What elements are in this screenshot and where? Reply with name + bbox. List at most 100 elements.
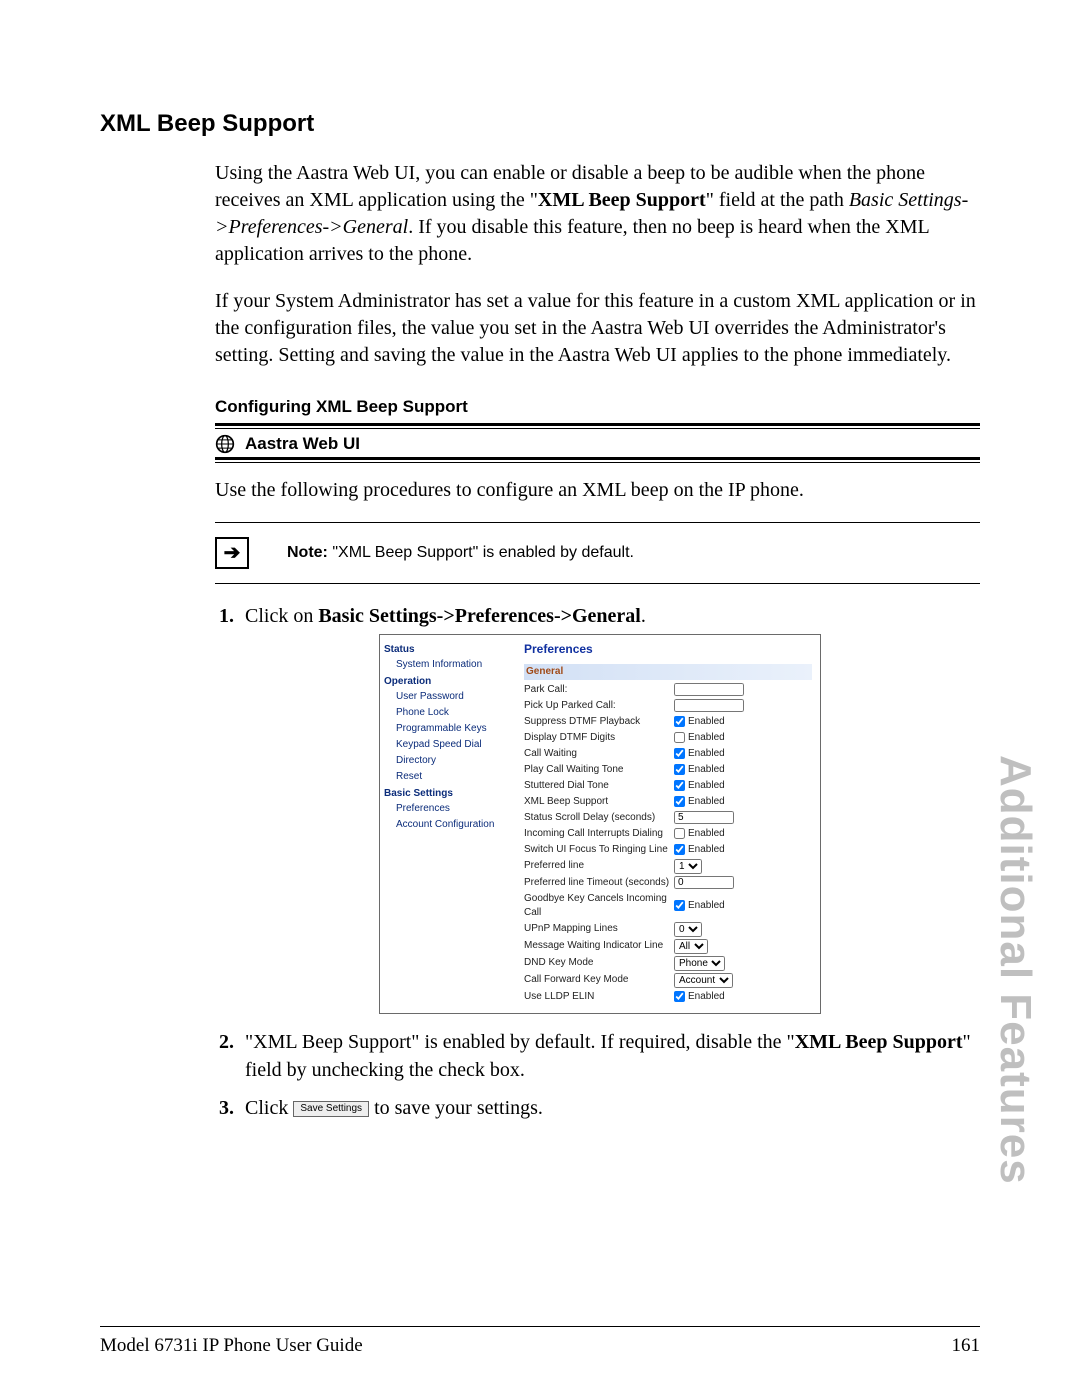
- footer-page-number: 161: [952, 1335, 981, 1357]
- pref-control: All: [674, 939, 812, 954]
- nav-item[interactable]: Programmable Keys: [396, 721, 512, 737]
- page: Additional Features XML Beep Support Usi…: [0, 0, 1080, 1397]
- pref-row: Pick Up Parked Call:: [524, 698, 812, 714]
- select[interactable]: All: [674, 939, 708, 954]
- nav-item[interactable]: Directory: [396, 753, 512, 769]
- select[interactable]: Phone: [674, 956, 725, 971]
- preferences-main: Preferences General Park Call:Pick Up Pa…: [516, 635, 820, 1013]
- pref-label: Preferred line Timeout (seconds): [524, 876, 674, 890]
- pref-label: Incoming Call Interrupts Dialing: [524, 827, 674, 841]
- pref-row: UPnP Mapping Lines0: [524, 921, 812, 938]
- pref-control: Enabled: [674, 715, 812, 729]
- text-bold: Basic Settings->Preferences->General: [318, 605, 641, 627]
- nav-item[interactable]: Reset: [396, 769, 512, 785]
- pref-row: Call Forward Key ModeAccount: [524, 972, 812, 989]
- pref-row: Call WaitingEnabled: [524, 746, 812, 762]
- pref-label: Call Forward Key Mode: [524, 973, 674, 987]
- section-rule-top: [215, 423, 980, 429]
- checkbox[interactable]: [674, 748, 685, 759]
- pref-row: Display DTMF DigitsEnabled: [524, 730, 812, 746]
- checkbox[interactable]: [674, 844, 685, 855]
- checkbox[interactable]: [674, 828, 685, 839]
- text-input[interactable]: [674, 811, 734, 824]
- checkbox-label: Enabled: [688, 715, 725, 729]
- pref-row: Status Scroll Delay (seconds): [524, 810, 812, 826]
- preferences-rows: Park Call:Pick Up Parked Call:Suppress D…: [524, 682, 812, 1005]
- panel-title: Preferences: [524, 641, 812, 658]
- checkbox-label: Enabled: [688, 899, 725, 913]
- pref-control: Enabled: [674, 779, 812, 793]
- pref-label: Display DTMF Digits: [524, 731, 674, 745]
- note-body: "XML Beep Support" is enabled by default…: [328, 544, 634, 561]
- pref-control: Enabled: [674, 731, 812, 745]
- save-settings-button[interactable]: Save Settings: [293, 1101, 369, 1117]
- checkbox[interactable]: [674, 900, 685, 911]
- checkbox[interactable]: [674, 732, 685, 743]
- pref-control: Account: [674, 973, 812, 988]
- select[interactable]: 1: [674, 859, 702, 874]
- note-text: Note: "XML Beep Support" is enabled by d…: [287, 544, 634, 562]
- pref-control: [674, 699, 812, 712]
- checkbox-label: Enabled: [688, 843, 725, 857]
- pref-row: Stuttered Dial ToneEnabled: [524, 778, 812, 794]
- page-footer: Model 6731i IP Phone User Guide 161: [100, 1335, 980, 1357]
- step-3: Click Save Settings to save your setting…: [239, 1094, 980, 1122]
- checkbox[interactable]: [674, 764, 685, 775]
- nav-item[interactable]: Account Configuration: [396, 817, 512, 833]
- pref-label: Message Waiting Indicator Line: [524, 939, 674, 953]
- preferences-nav: StatusSystem InformationOperationUser Pa…: [380, 635, 516, 1013]
- nav-item[interactable]: System Information: [396, 657, 512, 673]
- globe-icon: [215, 434, 235, 454]
- nav-item[interactable]: User Password: [396, 689, 512, 705]
- text-bold: XML Beep Support: [538, 189, 706, 211]
- pref-row: Message Waiting Indicator LineAll: [524, 938, 812, 955]
- footer-rule: [100, 1326, 980, 1327]
- pref-label: Status Scroll Delay (seconds): [524, 811, 674, 825]
- footer-left: Model 6731i IP Phone User Guide: [100, 1335, 363, 1357]
- pref-control: Enabled: [674, 763, 812, 777]
- pref-control: 0: [674, 922, 812, 937]
- pref-label: Park Call:: [524, 683, 674, 697]
- pref-label: Play Call Waiting Tone: [524, 763, 674, 777]
- pref-control: Enabled: [674, 990, 812, 1004]
- pref-row: Goodbye Key Cancels Incoming CallEnabled: [524, 891, 812, 921]
- text: to save your settings.: [369, 1097, 543, 1119]
- pref-control: Enabled: [674, 899, 812, 913]
- nav-item[interactable]: Keypad Speed Dial: [396, 737, 512, 753]
- text-input[interactable]: [674, 683, 744, 696]
- text: .: [641, 605, 646, 627]
- pref-control: Enabled: [674, 827, 812, 841]
- text-input[interactable]: [674, 699, 744, 712]
- paragraph-2: If your System Administrator has set a v…: [215, 288, 980, 369]
- pref-label: Stuttered Dial Tone: [524, 779, 674, 793]
- checkbox[interactable]: [674, 716, 685, 727]
- panel-section-header: General: [524, 664, 812, 680]
- text: Click on: [245, 605, 318, 627]
- nav-item[interactable]: Phone Lock: [396, 705, 512, 721]
- text: "XML Beep Support" is enabled by default…: [245, 1031, 795, 1053]
- pref-label: Suppress DTMF Playback: [524, 715, 674, 729]
- section-rule-bottom: [215, 457, 980, 463]
- pref-label: Use LLDP ELIN: [524, 990, 674, 1004]
- text-bold: XML Beep Support: [795, 1031, 963, 1053]
- select[interactable]: 0: [674, 922, 702, 937]
- select[interactable]: Account: [674, 973, 733, 988]
- checkbox[interactable]: [674, 796, 685, 807]
- checkbox-label: Enabled: [688, 990, 725, 1004]
- checkbox[interactable]: [674, 991, 685, 1002]
- checkbox[interactable]: [674, 780, 685, 791]
- pref-control: Enabled: [674, 795, 812, 809]
- text-input[interactable]: [674, 876, 734, 889]
- step-1: Click on Basic Settings->Preferences->Ge…: [239, 602, 980, 1014]
- checkbox-label: Enabled: [688, 747, 725, 761]
- pref-control: [674, 683, 812, 696]
- checkbox-label: Enabled: [688, 827, 725, 841]
- text: " field at the path: [706, 189, 849, 211]
- nav-item[interactable]: Preferences: [396, 801, 512, 817]
- pref-control: Enabled: [674, 843, 812, 857]
- pref-control: Phone: [674, 956, 812, 971]
- pref-row: Park Call:: [524, 682, 812, 698]
- note-label: Note:: [287, 544, 328, 561]
- pref-row: Switch UI Focus To Ringing LineEnabled: [524, 842, 812, 858]
- paragraph-1: Using the Aastra Web UI, you can enable …: [215, 160, 980, 268]
